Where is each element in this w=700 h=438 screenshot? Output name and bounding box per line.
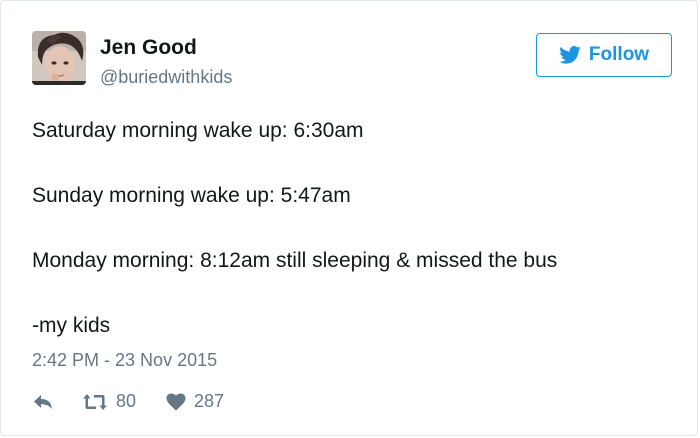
- author-name[interactable]: Jen Good: [100, 36, 197, 60]
- tweet-card: Jen Good @buriedwithkids Follow Saturday…: [0, 0, 698, 436]
- follow-label: Follow: [588, 44, 650, 65]
- author-handle[interactable]: @buriedwithkids: [100, 67, 232, 88]
- heart-icon: [166, 393, 186, 411]
- reply-icon: [32, 393, 54, 411]
- tweet-timestamp[interactable]: 2:42 PM - 23 Nov 2015: [32, 350, 217, 371]
- avatar[interactable]: [32, 31, 86, 85]
- tweet-line: -my kids: [32, 314, 111, 337]
- reply-button[interactable]: [32, 393, 54, 411]
- retweet-icon: [82, 393, 108, 411]
- follow-button[interactable]: Follow: [536, 33, 672, 77]
- tweet-line: Saturday morning wake up: 6:30am: [32, 119, 364, 142]
- like-button[interactable]: 287: [166, 391, 224, 412]
- retweet-count: 80: [116, 391, 137, 411]
- tweet-line: Monday morning: 8:12am still sleeping & …: [32, 249, 558, 272]
- like-count: 287: [194, 391, 225, 411]
- retweet-button[interactable]: 80: [82, 391, 136, 412]
- tweet-actions: 80 287: [32, 391, 224, 412]
- twitter-bird-icon: [559, 46, 581, 64]
- tweet-line: Sunday morning wake up: 5:47am: [32, 184, 351, 207]
- tweet-text: Saturday morning wake up: 6:30am Sunday …: [32, 115, 672, 342]
